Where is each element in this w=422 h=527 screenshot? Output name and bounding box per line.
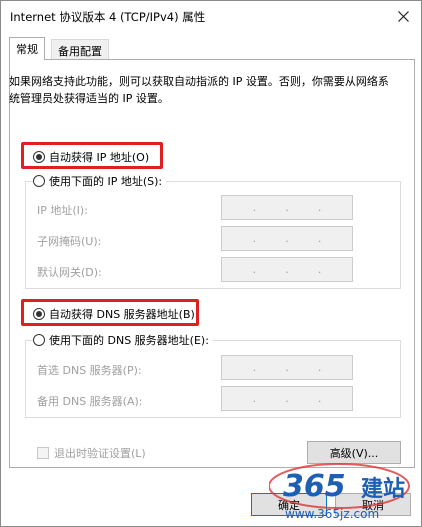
subnet-mask-label: 子网掩码(U): <box>37 235 102 248</box>
radio-button-icon <box>33 151 45 163</box>
svg-text:www.365jz.com: www.365jz.com <box>285 507 379 521</box>
validate-on-exit-checkbox[interactable]: 退出时验证设置(L) <box>37 445 146 461</box>
svg-text:建站: 建站 <box>361 477 405 502</box>
watermark-logo-icon: 365 建站 www.365jz.com <box>268 463 410 521</box>
site-watermark: 365 建站 www.365jz.com <box>268 454 419 524</box>
radio-auto-dns-label: 自动获得 DNS 服务器地址(B) <box>49 308 195 321</box>
tab-alternate-config[interactable]: 备用配置 <box>51 39 109 59</box>
subnet-mask-input[interactable]: ... <box>221 226 353 251</box>
checkbox-icon <box>37 447 49 459</box>
description-text: 如果网络支持此功能，则可以获取自动指派的 IP 设置。否则，你需要从网络系统管理… <box>9 75 389 105</box>
radio-auto-ip-label: 自动获得 IP 地址(O) <box>49 151 150 164</box>
preferred-dns-input[interactable]: ... <box>221 355 353 380</box>
svg-text:365: 365 <box>283 469 346 504</box>
ip-address-label: IP 地址(I): <box>37 204 88 217</box>
ip-address-input[interactable]: ... <box>221 195 353 220</box>
default-gateway-input[interactable]: ... <box>221 257 353 282</box>
radio-button-icon <box>33 308 45 320</box>
radio-auto-dns[interactable]: 自动获得 DNS 服务器地址(B) <box>33 306 195 322</box>
radio-button-icon <box>33 334 45 346</box>
close-button[interactable] <box>391 5 415 27</box>
radio-manual-ip[interactable]: 使用下面的 IP 地址(S): <box>33 173 167 189</box>
dialog-window: Internet 协议版本 4 (TCP/IPv4) 属性 常规 备用配置 如果… <box>0 0 422 527</box>
title-bar: Internet 协议版本 4 (TCP/IPv4) 属性 <box>1 1 421 31</box>
alternate-dns-input[interactable]: ... <box>221 386 353 411</box>
preferred-dns-label: 首选 DNS 服务器(P): <box>37 364 142 377</box>
default-gateway-label: 默认网关(D): <box>37 266 102 279</box>
alternate-dns-label: 备用 DNS 服务器(A): <box>37 395 143 408</box>
validate-on-exit-label: 退出时验证设置(L) <box>54 447 146 460</box>
radio-auto-ip[interactable]: 自动获得 IP 地址(O) <box>33 149 149 165</box>
radio-manual-ip-label: 使用下面的 IP 地址(S): <box>49 175 163 188</box>
radio-manual-dns-label: 使用下面的 DNS 服务器地址(E): <box>49 334 209 347</box>
window-title: Internet 协议版本 4 (TCP/IPv4) 属性 <box>10 10 206 24</box>
close-icon <box>397 10 409 22</box>
radio-button-icon <box>33 175 45 187</box>
tab-general[interactable]: 常规 <box>9 37 45 60</box>
radio-manual-dns[interactable]: 使用下面的 DNS 服务器地址(E): <box>33 332 213 348</box>
